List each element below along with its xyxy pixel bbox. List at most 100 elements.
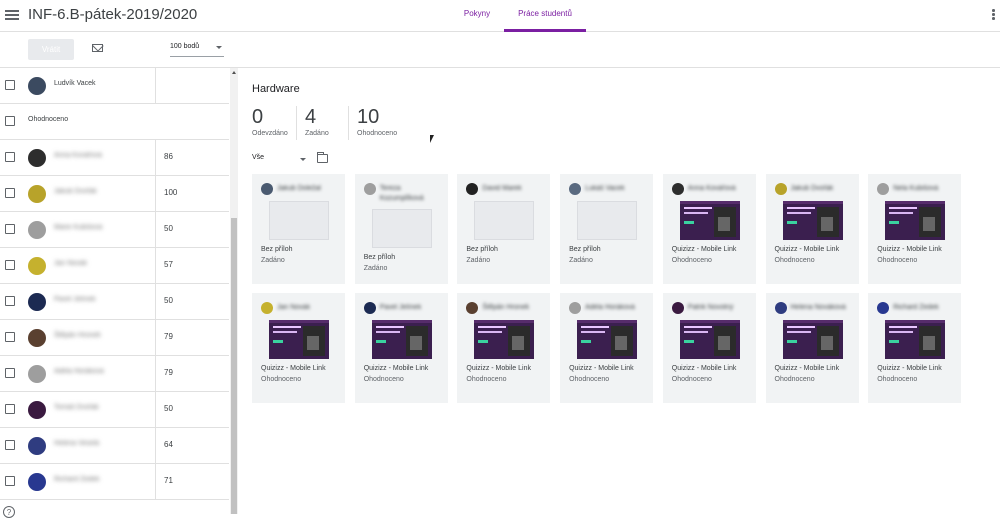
student-name: Ludvík Vacek	[54, 80, 96, 87]
attachment-thumbnail	[577, 320, 638, 359]
student-score[interactable]: 71	[164, 476, 173, 485]
tab-instructions[interactable]: Pokyny	[455, 0, 499, 32]
filter-value: Vše	[252, 154, 265, 161]
status-label: Zadáno	[466, 257, 491, 264]
stat-turned-in-count: 0	[252, 106, 264, 128]
list-header-graded[interactable]: Ohodnoceno	[0, 104, 229, 140]
student-score[interactable]: 64	[164, 440, 173, 449]
empty-attachment-placeholder	[474, 201, 535, 240]
card-student-name: Lukáš Vacek	[585, 185, 625, 192]
tab-student-work[interactable]: Práce studentů	[504, 0, 586, 32]
status-label: Zadáno	[569, 257, 593, 264]
status-label: Ohodnoceno	[774, 257, 815, 264]
submission-card[interactable]: Anna Kovářová Quizizz - Mobile Link Ohodno…	[662, 174, 756, 284]
student-score[interactable]: 50	[164, 404, 173, 413]
more-vert-icon[interactable]	[992, 9, 996, 23]
checkbox[interactable]	[5, 332, 15, 342]
attachment-thumbnail	[679, 201, 740, 240]
checkbox[interactable]	[5, 260, 15, 270]
column-divider	[155, 212, 156, 248]
checkbox[interactable]	[5, 368, 15, 378]
student-score[interactable]: 100	[164, 188, 177, 197]
submission-card[interactable]: Helena Nováková Quizizz - Mobile Link Ohod…	[765, 293, 859, 403]
student-row[interactable]: Tomáš Dvořák 50	[0, 392, 229, 428]
student-name: Adéla Horáková	[54, 368, 104, 375]
student-score[interactable]: 79	[164, 332, 173, 341]
student-row[interactable]: Jakub Dvořák 100	[0, 176, 229, 212]
status-label: Zadáno	[363, 265, 388, 272]
student-row[interactable]: Štěpán Hronek 79	[0, 320, 229, 356]
attachment-label: Quizizz - Mobile Link	[261, 365, 326, 372]
student-score[interactable]: 79	[164, 368, 173, 377]
stat-divider	[348, 106, 349, 140]
return-button[interactable]: Vrátit	[28, 39, 74, 60]
status-label: Ohodnoceno	[363, 376, 404, 383]
status-label: Ohodnoceno	[466, 376, 507, 383]
email-icon[interactable]	[92, 44, 103, 52]
student-row[interactable]: Jan Novák 57	[0, 248, 229, 284]
avatar	[877, 302, 890, 314]
filter-select[interactable]: Vše	[252, 154, 308, 166]
card-student-name: Richard Zedek	[893, 304, 939, 311]
submission-card[interactable]: Jan Novák Quizizz - Mobile Link Ohodnoceno	[252, 293, 345, 403]
menu-icon[interactable]	[5, 8, 19, 22]
avatar	[261, 183, 273, 195]
submission-card[interactable]: Richard Zedek Quizizz - Mobile Link Ohodno…	[868, 293, 962, 403]
submission-card[interactable]: David Marek Bez příloh Zadáno	[457, 174, 551, 284]
avatar	[28, 437, 46, 455]
checkbox[interactable]	[5, 404, 15, 414]
submission-card[interactable]: Lukáš Vacek Bez příloh Zadáno	[560, 174, 654, 284]
student-row[interactable]: Helena Veselá 64	[0, 428, 229, 464]
student-row[interactable]: Richard Zedek 71	[0, 464, 229, 500]
checkbox[interactable]	[5, 80, 15, 90]
student-list-scrollbar[interactable]	[230, 68, 238, 514]
checkbox[interactable]	[5, 296, 15, 306]
submission-card[interactable]: Jakub Doležal Bez příloh Zadáno	[252, 174, 345, 284]
checkbox[interactable]	[5, 152, 15, 162]
column-divider	[155, 320, 156, 356]
student-row[interactable]: Pavel Jelínek 50	[0, 284, 229, 320]
submission-card[interactable]: Nela Kubišová Quizizz - Mobile Link Ohodno…	[868, 174, 962, 284]
student-score[interactable]: 50	[164, 224, 173, 233]
checkbox[interactable]	[5, 116, 15, 126]
submission-card[interactable]: Jakub Dvořák Quizizz - Mobile Link Ohodnoc…	[765, 174, 859, 284]
avatar	[28, 77, 46, 95]
student-score[interactable]: 50	[164, 296, 173, 305]
card-student-name: Jan Novák	[277, 304, 311, 311]
student-row[interactable]: Adéla Horáková 79	[0, 356, 229, 392]
status-label: Ohodnoceno	[671, 257, 712, 264]
student-score[interactable]: 57	[164, 260, 173, 269]
checkbox[interactable]	[5, 440, 15, 450]
student-score[interactable]: 86	[164, 152, 173, 161]
submission-card[interactable]: Tereza Kozumplíková Bez příloh Zadáno	[354, 174, 448, 284]
student-row[interactable]: Marie Kubišová 50	[0, 212, 229, 248]
avatar	[28, 221, 46, 239]
student-row[interactable]: Ludvík Vacek	[0, 68, 229, 104]
avatar	[569, 183, 582, 195]
student-name: Jakub Dvořák	[54, 188, 97, 195]
student-name: Richard Zedek	[54, 476, 100, 483]
avatar	[774, 302, 787, 314]
checkbox[interactable]	[5, 188, 15, 198]
submission-card[interactable]: Pavel Jelínek Quizizz - Mobile Link Ohodno…	[354, 293, 448, 403]
attachment-label: Bez příloh	[261, 246, 293, 253]
stat-turned-in: 0 Odevzdáno	[252, 106, 288, 137]
points-select[interactable]: 100 bodů	[170, 43, 224, 57]
card-student-name: Patrik Novotný	[687, 304, 734, 311]
attachment-label: Quizizz - Mobile Link	[466, 365, 531, 372]
student-list: Ludvík Vacek Ohodnoceno Anna Kovářová 86 Jak…	[0, 68, 238, 514]
attachment-thumbnail	[782, 201, 843, 240]
help-icon[interactable]: ?	[3, 506, 15, 518]
attachment-thumbnail	[885, 201, 946, 240]
student-row[interactable]: Anna Kovářová 86	[0, 140, 229, 176]
folder-icon[interactable]	[317, 152, 328, 163]
submission-card[interactable]: Patrik Novotný Quizizz - Mobile Link Ohodn…	[662, 293, 756, 403]
checkbox[interactable]	[5, 476, 15, 486]
scroll-up-icon[interactable]	[232, 71, 236, 74]
submission-card[interactable]: Adéla Horáková Quizizz - Mobile Link Ohodn…	[560, 293, 654, 403]
avatar	[28, 149, 46, 167]
scroll-thumb[interactable]	[231, 218, 237, 514]
column-divider	[155, 356, 156, 392]
checkbox[interactable]	[5, 224, 15, 234]
submission-card[interactable]: Štěpán Hronek Quizizz - Mobile Link Ohodno…	[457, 293, 551, 403]
